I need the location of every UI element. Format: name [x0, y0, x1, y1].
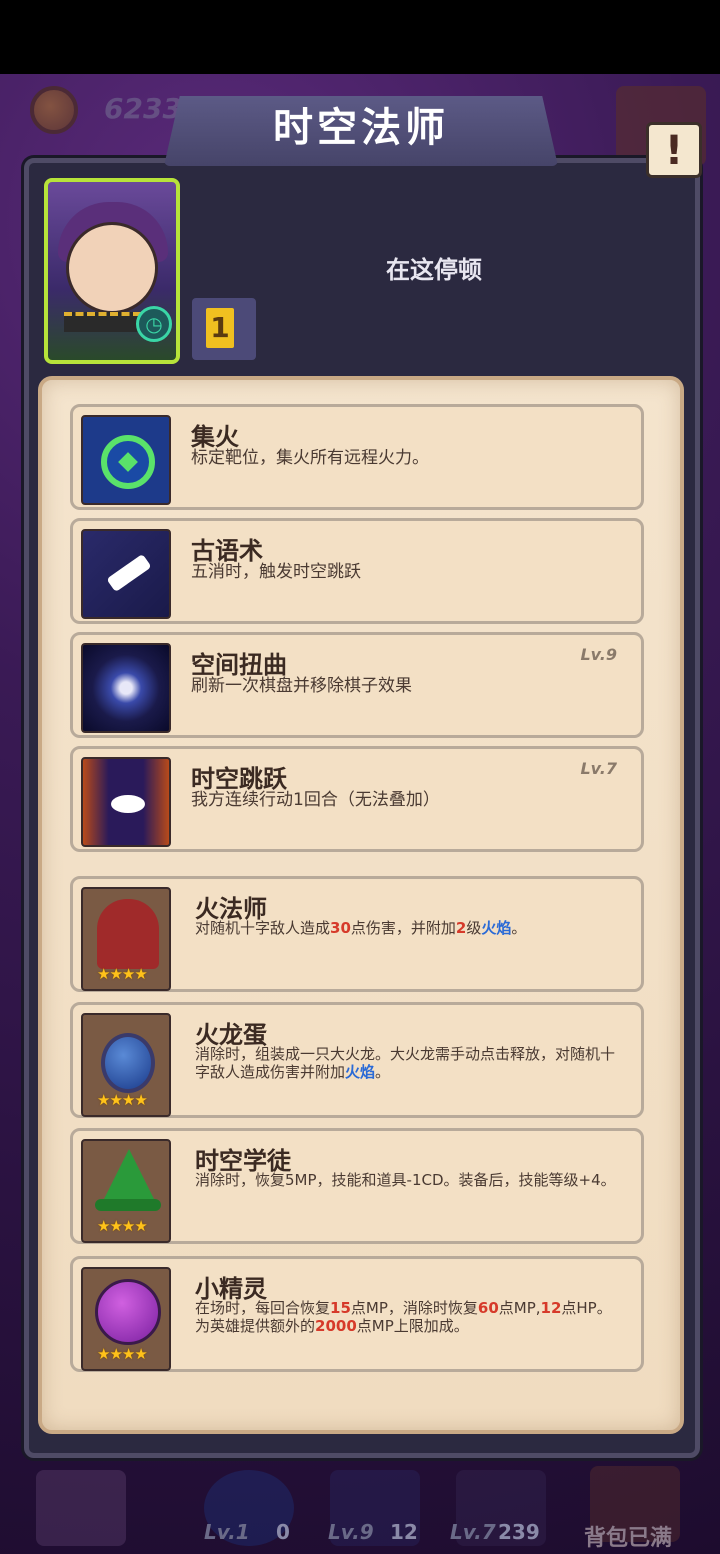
coin-icon — [30, 86, 78, 134]
rune-icon — [81, 529, 171, 619]
clock-icon: ◷ — [136, 306, 172, 342]
star-rating: ★★★★ — [97, 1345, 148, 1363]
rank-number: 1 — [206, 308, 234, 348]
highlight-text: 2000 — [315, 1317, 357, 1335]
rank-badge: 1 — [192, 298, 256, 360]
skill-row[interactable]: 空间扭曲 刷新一次棋盘并移除棋子效果 Lv.9 — [70, 632, 644, 738]
bottom-count: 0 — [276, 1520, 290, 1544]
bottom-level-label: Lv.1 — [204, 1520, 250, 1544]
skill-row[interactable]: 古语术 五消时，触发时空跳跃 — [70, 518, 644, 624]
desc-text: 点MP, — [498, 1299, 541, 1317]
star-rating: ★★★★ — [97, 965, 148, 983]
unit-row[interactable]: ★★★★ 火龙蛋 消除时，组装成一只大火龙。大火龙需手动点击释放，对随机十字敌人… — [70, 1002, 644, 1118]
desc-text: 点MP上限加成。 — [356, 1317, 469, 1335]
sprite-orb-icon: ★★★★ — [81, 1267, 171, 1371]
highlight-text: 30 — [330, 919, 351, 937]
unit-desc: 消除时，恢复5MP，技能和道具-1CD。装备后，技能等级+4。 — [195, 1171, 625, 1189]
skill-row[interactable]: 集火 标定靶位，集火所有远程火力。 — [70, 404, 644, 510]
unit-desc: 消除时，组装成一只大火龙。大火龙需手动点击释放，对随机十字敌人造成伤害并附加火焰… — [195, 1045, 625, 1081]
bottom-count: 12 — [390, 1520, 418, 1544]
skill-desc: 我方连续行动1回合（无法叠加） — [191, 790, 440, 810]
bottom-level-label: Lv.9 — [328, 1520, 374, 1544]
desc-text: 消除时，组装成一只大火龙。大火龙需手动点击释放，对随机十字敌人造成伤害并附加 — [195, 1045, 616, 1081]
unit-desc: 在场时，每回合恢复15点MP，消除时恢复60点MP,12点HP。为英雄提供额外的… — [195, 1299, 625, 1335]
skill-level: Lv.7 — [580, 759, 617, 778]
exclamation-icon: ! — [664, 128, 684, 174]
desc-text: 点MP，消除时恢复 — [350, 1299, 478, 1317]
hero-status-text: 在这停顿 — [386, 256, 482, 284]
dragon-egg-icon: ★★★★ — [81, 1013, 171, 1117]
info-button[interactable]: ! — [646, 122, 702, 178]
bottom-hero-icon[interactable] — [36, 1470, 126, 1546]
star-rating: ★★★★ — [97, 1217, 148, 1235]
highlight-text: 火焰 — [481, 919, 512, 937]
unit-row[interactable]: ★★★★ 小精灵 在场时，每回合恢复15点MP，消除时恢复60点MP,12点HP… — [70, 1256, 644, 1372]
status-bar — [0, 0, 720, 74]
desc-text: 。 — [511, 919, 527, 937]
unit-row[interactable]: ★★★★ 火法师 对随机十字敌人造成30点伤害，并附加2级火焰。 — [70, 876, 644, 992]
fire-mage-icon: ★★★★ — [81, 887, 171, 991]
desc-text: 点伤害，并附加 — [350, 919, 456, 937]
highlight-text: 60 — [477, 1299, 499, 1317]
bottom-count: 239 — [498, 1520, 540, 1544]
desc-text: 在场时，每回合恢复 — [195, 1299, 331, 1317]
desc-text: 消除时，恢复5MP，技能和道具-1CD。装备后，技能等级+4。 — [195, 1171, 616, 1189]
bottom-level-label: Lv.7 — [450, 1520, 496, 1544]
star-rating: ★★★★ — [97, 1091, 148, 1109]
bag-full-label: 背包已满 — [584, 1526, 673, 1551]
highlight-text: 2 — [455, 919, 467, 937]
skill-row[interactable]: 时空跳跃 我方连续行动1回合（无法叠加） Lv.7 — [70, 746, 644, 852]
skill-desc: 标定靶位，集火所有远程火力。 — [191, 448, 429, 468]
skill-level: Lv.9 — [580, 645, 617, 664]
skill-desc: 刷新一次棋盘并移除棋子效果 — [191, 676, 412, 696]
highlight-text: 15 — [330, 1299, 351, 1317]
unit-desc: 对随机十字敌人造成30点伤害，并附加2级火焰。 — [195, 919, 625, 937]
hero-portrait[interactable]: ◷ — [44, 178, 180, 364]
highlight-text: 12 — [540, 1299, 562, 1317]
unit-row[interactable]: ★★★★ 时空学徒 消除时，恢复5MP，技能和道具-1CD。装备后，技能等级+4… — [70, 1128, 644, 1244]
wizard-hat-icon: ★★★★ — [81, 1139, 171, 1243]
time-jump-icon — [81, 757, 171, 847]
target-icon — [81, 415, 171, 505]
vortex-icon — [81, 643, 171, 733]
desc-text: 对随机十字敌人造成 — [195, 919, 331, 937]
page-title: 时空法师 — [273, 105, 449, 151]
hero-face — [66, 222, 158, 314]
desc-text: 级 — [466, 919, 482, 937]
skill-desc: 五消时，触发时空跳跃 — [191, 562, 361, 582]
highlight-text: 火焰 — [345, 1063, 376, 1081]
desc-text: 。 — [375, 1063, 391, 1081]
